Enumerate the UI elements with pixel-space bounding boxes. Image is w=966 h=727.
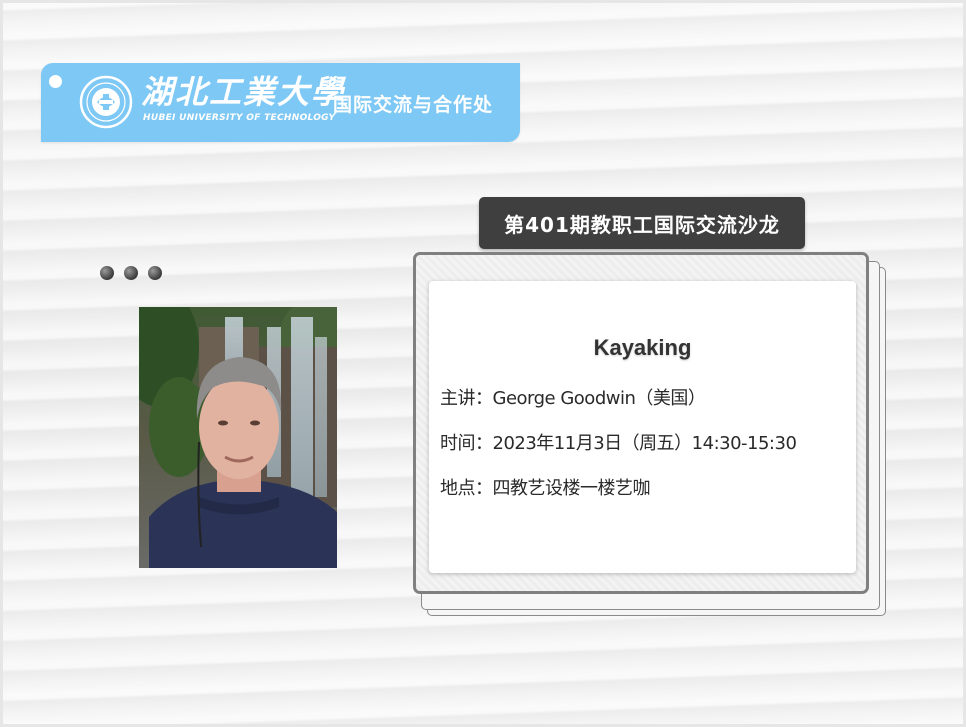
time-label: 时间： [440, 433, 493, 454]
dot [148, 266, 162, 280]
speaker-name: George Goodwin（美国） [492, 388, 706, 409]
speaker-photo [139, 307, 337, 568]
dot [124, 266, 138, 280]
time-value: 2023年11月3日（周五）14:30-15:30 [492, 433, 797, 454]
banner-dot [49, 75, 62, 88]
session-badge: 第401期教职工国际交流沙龙 [479, 197, 805, 249]
university-seal-icon [79, 75, 133, 129]
place-value: 四教艺设楼一楼艺咖 [492, 478, 651, 499]
speaker-label: 主讲： [440, 388, 493, 409]
time-line: 时间：2023年11月3日（周五）14:30-15:30 [440, 429, 797, 455]
header-banner: 湖北工業大學 HUBEI UNIVERSITY OF TECHNOLOGY 国际… [41, 63, 520, 142]
university-name-en: HUBEI UNIVERSITY OF TECHNOLOGY [143, 113, 336, 123]
slide-background: 湖北工業大學 HUBEI UNIVERSITY OF TECHNOLOGY 国际… [0, 0, 966, 727]
talk-info-card: Kayaking 主讲：George Goodwin（美国） 时间：2023年1… [429, 281, 856, 573]
department-name: 国际交流与合作处 [333, 94, 494, 116]
three-dots-icon [100, 265, 172, 284]
place-label: 地点： [440, 478, 493, 499]
speaker-line: 主讲：George Goodwin（美国） [440, 384, 706, 410]
place-line: 地点：四教艺设楼一楼艺咖 [440, 474, 650, 500]
talk-title: Kayaking [593, 335, 692, 360]
dot [100, 266, 114, 280]
university-name-cn: 湖北工業大學 [141, 73, 346, 111]
